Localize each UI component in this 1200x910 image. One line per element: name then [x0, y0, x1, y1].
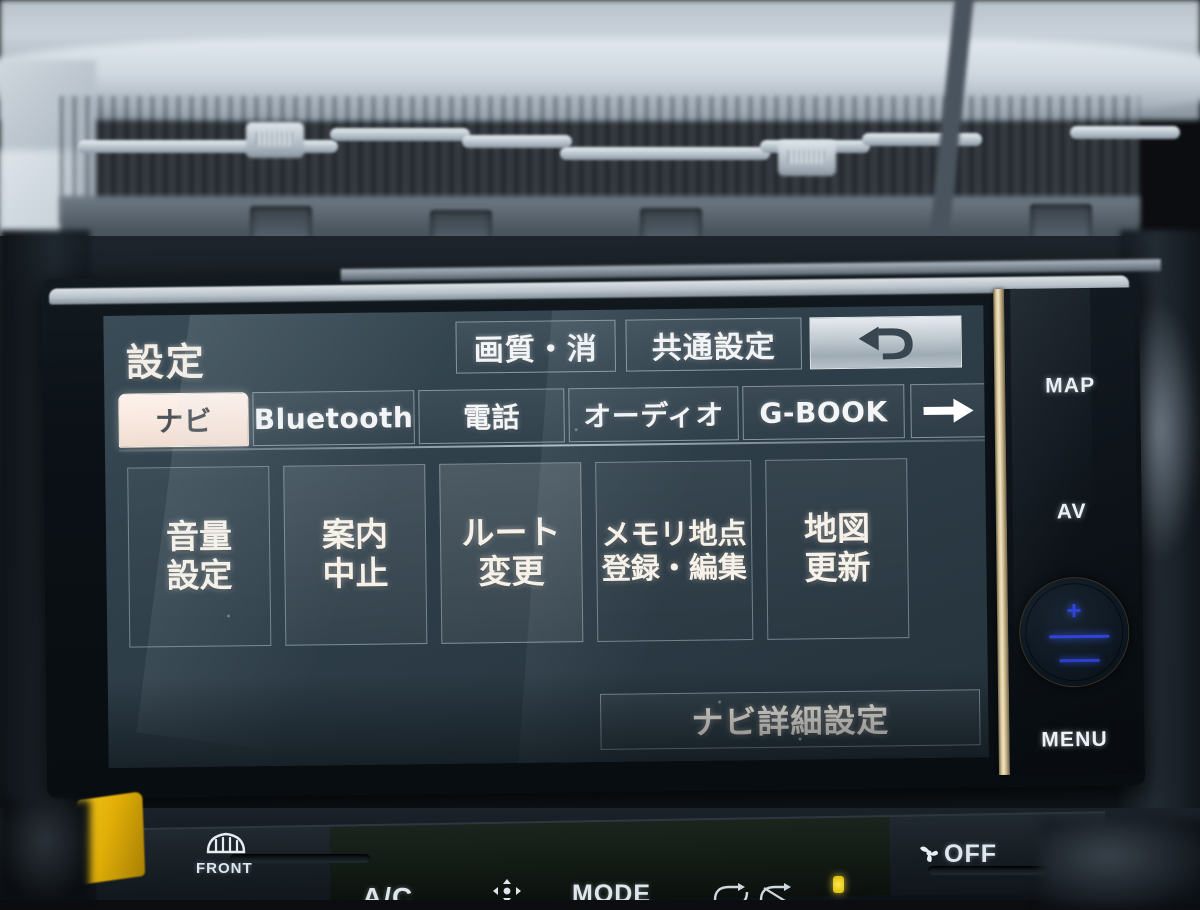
button-line1: 音量: [165, 516, 233, 557]
button-line1: ルート: [461, 512, 561, 553]
back-arrow-icon: [858, 326, 913, 360]
foreground-shadow-right: [1040, 820, 1200, 910]
memory-point-edit-button[interactable]: メモリ地点 登録・編集: [595, 460, 754, 642]
tab-navi[interactable]: ナビ: [118, 392, 249, 448]
vent-adjust-knob[interactable]: [778, 140, 836, 176]
vent-slat: [1070, 126, 1180, 139]
hvac-button-slot[interactable]: [230, 854, 370, 863]
volume-settings-button[interactable]: 音量 設定: [127, 465, 272, 648]
button-line2: 変更: [478, 551, 545, 592]
airflow-mode-icon: [493, 879, 521, 900]
hvac-control-panel: FRONT A/C MODE OFF: [0, 808, 1200, 900]
vent-slat: [462, 135, 572, 148]
map-hard-key[interactable]: MAP: [1005, 373, 1135, 399]
volume-minus-indicator: [1059, 658, 1100, 663]
button-line2: 更新: [804, 547, 871, 588]
av-hard-key[interactable]: AV: [1007, 499, 1137, 525]
back-button[interactable]: [809, 315, 963, 370]
common-settings-button[interactable]: 共通設定: [625, 317, 803, 372]
vent-adjust-knob[interactable]: [246, 122, 304, 158]
vent-slat: [560, 147, 770, 160]
foreground-shadow-left: [0, 800, 90, 900]
navi-detailed-settings-button[interactable]: ナビ詳細設定: [599, 689, 981, 750]
hvac-indicator-led: [833, 876, 844, 893]
button-line2: 登録・編集: [601, 550, 748, 586]
volume-knob[interactable]: +: [1019, 577, 1129, 687]
lcd-screen: 設定 画質・消 共通設定 ナビ Bluetooth 電話 オーディオ G-BOO…: [103, 305, 989, 768]
volume-plus-label: +: [1066, 595, 1082, 626]
cancel-guidance-button[interactable]: 案内 中止: [283, 464, 428, 646]
fresh-air-intake-icon: [759, 883, 791, 900]
button-line1: 案内: [321, 514, 389, 555]
tab-bluetooth[interactable]: Bluetooth: [252, 390, 415, 447]
change-route-button[interactable]: ルート 変更: [439, 462, 584, 644]
ac-button-label[interactable]: A/C: [362, 882, 413, 900]
button-line1: メモリ地点: [601, 515, 747, 552]
fan-icon: [920, 846, 938, 862]
knob-indicator-line: [1049, 634, 1110, 639]
mode-button-label[interactable]: MODE: [572, 880, 651, 900]
button-line2: 設定: [166, 555, 233, 596]
hard-key-panel: MAP AV MENU +: [1004, 287, 1140, 775]
picture-quality-button[interactable]: 画質・消: [455, 319, 617, 374]
bezel-chrome-strip: [48, 275, 1130, 305]
panel-sheen: [1010, 287, 1096, 775]
right-arrow-icon: [923, 398, 974, 423]
page-title: 設定: [125, 339, 207, 385]
recirculate-air-icon: [713, 883, 749, 900]
menu-hard-key[interactable]: MENU: [1009, 727, 1139, 753]
map-update-button[interactable]: 地図 更新: [765, 458, 910, 640]
fan-off-label[interactable]: OFF: [944, 840, 997, 869]
screen-header: 設定 画質・消 共通設定: [103, 315, 984, 385]
button-line1: 地図: [803, 508, 871, 549]
navi-settings-grid: 音量 設定 案内 中止 ルート 変更 メモリ地点 登録・編集 地図 更新: [105, 457, 987, 658]
vent-slat: [330, 128, 470, 141]
tab-audio[interactable]: オーディオ: [568, 386, 739, 443]
tab-gbook[interactable]: G-BOOK: [742, 384, 905, 441]
tab-phone[interactable]: 電話: [418, 388, 565, 445]
tabs-next-page-button[interactable]: [910, 383, 987, 439]
button-line2: 中止: [322, 553, 389, 594]
navigation-head-unit: 設定 画質・消 共通設定 ナビ Bluetooth 電話 オーディオ G-BOO…: [40, 259, 1161, 799]
